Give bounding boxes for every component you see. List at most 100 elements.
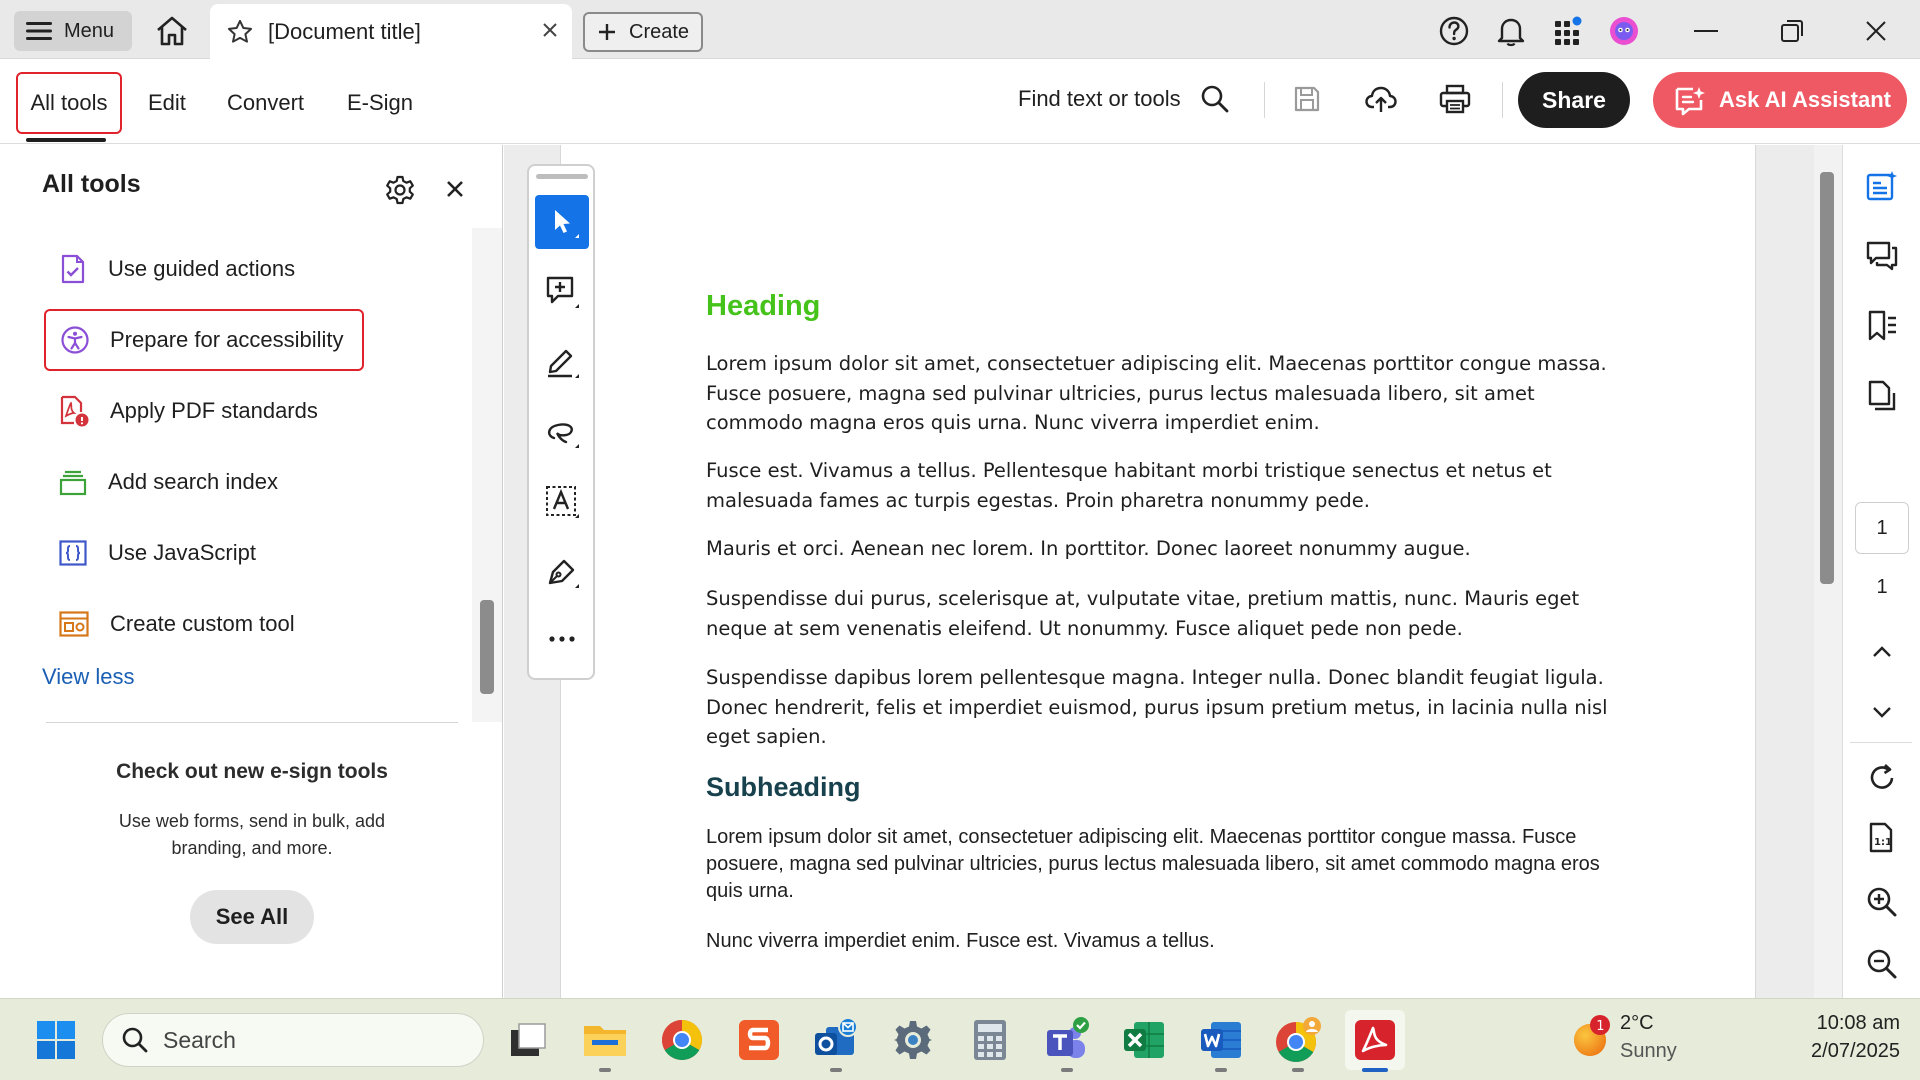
- highlight-tool[interactable]: [535, 335, 589, 389]
- help-button[interactable]: [1434, 12, 1474, 50]
- document-scrollbar-thumb[interactable]: [1820, 172, 1834, 584]
- document-tab[interactable]: [Document title]: [210, 4, 572, 60]
- comments-panel-button[interactable]: [1862, 236, 1902, 276]
- tool-label: Create custom tool: [110, 611, 295, 636]
- star-icon[interactable]: [226, 18, 254, 46]
- panel-scrollbar-thumb[interactable]: [480, 600, 494, 694]
- user-avatar[interactable]: [1604, 12, 1644, 50]
- close-tab-icon[interactable]: [540, 20, 560, 40]
- cloud-upload-icon: [1365, 86, 1397, 112]
- taskbar-slides-app[interactable]: [733, 1014, 785, 1066]
- search-icon: [122, 1027, 148, 1053]
- tool-label: Use JavaScript: [108, 540, 256, 565]
- previous-page-button[interactable]: [1862, 632, 1902, 672]
- running-indicator: [830, 1068, 842, 1072]
- promo-title: Check out new e-sign tools: [116, 760, 388, 783]
- document-paragraph: Suspendisse dui purus, scelerisque at, v…: [706, 587, 1580, 640]
- home-button[interactable]: [152, 12, 192, 50]
- tool-create-custom-tool[interactable]: Create custom tool: [44, 593, 295, 655]
- clock-time[interactable]: 10:08 am: [1760, 1012, 1900, 1035]
- tool-add-search-index[interactable]: Add search index: [44, 451, 278, 513]
- actual-size-icon: 1:1: [1869, 822, 1893, 853]
- rotate-button[interactable]: [1862, 758, 1902, 798]
- menu-button[interactable]: Menu: [14, 11, 132, 51]
- taskbar-file-explorer[interactable]: [579, 1014, 631, 1066]
- document-paragraph: Nunc viverra imperdiet enim. Fusce est. …: [706, 930, 1215, 952]
- tab-esign[interactable]: E-Sign: [337, 72, 423, 134]
- bell-icon: [1497, 18, 1525, 47]
- zoom-out-button[interactable]: [1862, 944, 1902, 984]
- close-window-button[interactable]: [1856, 12, 1896, 50]
- next-page-button[interactable]: [1862, 692, 1902, 732]
- draw-tool[interactable]: [535, 405, 589, 459]
- zoom-in-button[interactable]: [1862, 882, 1902, 922]
- panel-title: All tools: [42, 170, 141, 198]
- highlighter-icon: [548, 349, 579, 378]
- calculator-icon: [974, 1020, 1006, 1060]
- ai-assistant-button[interactable]: Ask AI Assistant: [1653, 72, 1907, 128]
- running-indicator: [1292, 1068, 1304, 1072]
- tool-prepare-for-accessibility[interactable]: Prepare for accessibility: [44, 309, 364, 371]
- upload-button[interactable]: [1364, 82, 1398, 116]
- tool-apply-pdf-standards[interactable]: Apply PDF standards: [44, 380, 318, 442]
- tab-all-tools[interactable]: All tools: [16, 72, 122, 134]
- sign-tool[interactable]: [535, 545, 589, 599]
- find-button[interactable]: [1200, 84, 1230, 114]
- panel-divider: [46, 722, 458, 723]
- tab-convert[interactable]: Convert: [217, 72, 314, 134]
- view-less-link[interactable]: View less: [42, 664, 135, 690]
- taskbar-acrobat[interactable]: [1345, 1010, 1405, 1070]
- more-tools-button[interactable]: [535, 612, 589, 666]
- sun-weather-icon: 1: [1574, 1015, 1610, 1056]
- restore-button[interactable]: [1772, 12, 1812, 50]
- taskbar-calculator[interactable]: [964, 1014, 1016, 1066]
- minimize-button[interactable]: [1686, 12, 1726, 50]
- add-comment-tool[interactable]: [535, 265, 589, 319]
- taskbar-search[interactable]: Search: [102, 1013, 484, 1067]
- more-dots-icon: [549, 636, 575, 642]
- taskbar-chrome-profile[interactable]: [1272, 1014, 1324, 1066]
- taskbar-teams[interactable]: [1041, 1014, 1093, 1066]
- tab-edit[interactable]: Edit: [138, 72, 196, 134]
- taskbar-settings[interactable]: [887, 1014, 939, 1066]
- javascript-icon: [59, 540, 87, 566]
- freehand-draw-icon: [548, 423, 579, 448]
- select-tool[interactable]: [535, 195, 589, 249]
- excel-icon: [1124, 1022, 1164, 1058]
- running-indicator-active: [1362, 1068, 1388, 1072]
- apps-button[interactable]: [1548, 12, 1588, 50]
- custom-tool-icon: [59, 611, 89, 637]
- current-page-input[interactable]: 1: [1855, 502, 1909, 554]
- bookmarks-panel-button[interactable]: [1862, 306, 1902, 346]
- create-button[interactable]: Create: [583, 12, 703, 52]
- bookmark-icon: [1868, 310, 1896, 341]
- panel-close-button[interactable]: [446, 180, 464, 198]
- tool-use-javascript[interactable]: Use JavaScript: [44, 522, 256, 584]
- print-button[interactable]: [1438, 83, 1472, 115]
- taskbar-task-view[interactable]: [502, 1014, 554, 1066]
- taskbar-excel[interactable]: [1118, 1014, 1170, 1066]
- ai-summary-button[interactable]: [1862, 166, 1902, 206]
- see-all-button[interactable]: See All: [190, 890, 314, 944]
- share-button[interactable]: Share: [1518, 72, 1630, 128]
- save-button[interactable]: [1292, 84, 1322, 114]
- taskbar-chrome[interactable]: [656, 1014, 708, 1066]
- taskbar-word[interactable]: [1195, 1014, 1247, 1066]
- text-box-tool[interactable]: [535, 475, 589, 529]
- weather-widget[interactable]: 1: [1570, 1014, 1614, 1060]
- pages-panel-button[interactable]: [1862, 376, 1902, 416]
- guided-actions-icon: [61, 254, 85, 284]
- taskbar-outlook[interactable]: [810, 1014, 862, 1066]
- notifications-button[interactable]: [1491, 12, 1531, 50]
- total-pages: 1: [1876, 576, 1888, 598]
- toolbar-drag-handle[interactable]: [536, 174, 588, 179]
- zoom-out-icon: [1867, 949, 1897, 979]
- tool-use-guided-actions[interactable]: Use guided actions: [44, 238, 295, 300]
- panel-settings-button[interactable]: [384, 174, 416, 206]
- start-button[interactable]: [30, 1014, 82, 1066]
- s-app-icon: [739, 1020, 779, 1060]
- clock-date[interactable]: 2/07/2025: [1760, 1040, 1900, 1063]
- acrobat-icon: [1355, 1020, 1395, 1060]
- find-text-label[interactable]: Find text or tools: [1018, 86, 1181, 112]
- actual-size-button[interactable]: 1:1: [1862, 818, 1902, 858]
